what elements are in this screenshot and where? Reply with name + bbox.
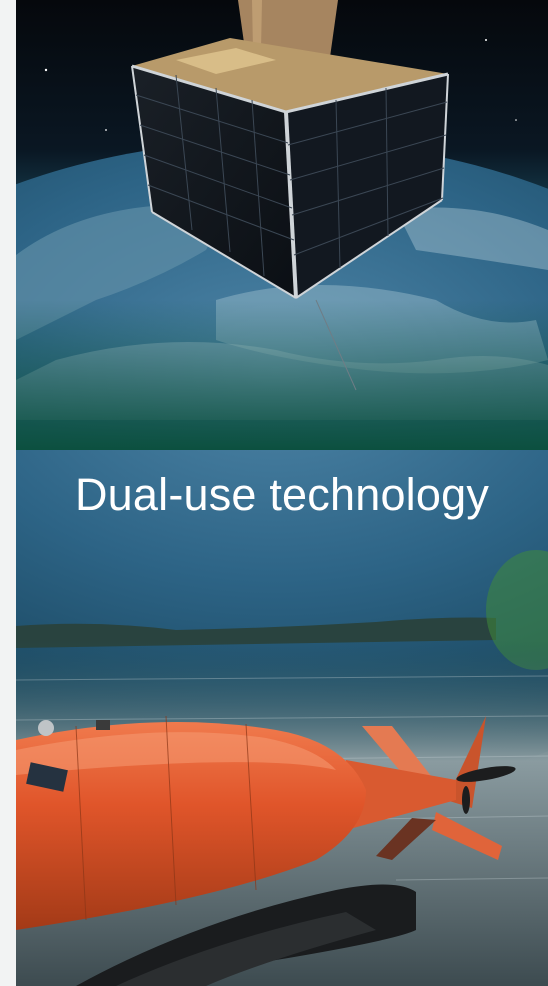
title-band: Dual-use technology bbox=[16, 440, 548, 550]
slide-frame: Dual-use technology bbox=[0, 0, 548, 986]
slide-title: Dual-use technology bbox=[74, 469, 490, 520]
image-panel: Dual-use technology bbox=[16, 0, 548, 986]
